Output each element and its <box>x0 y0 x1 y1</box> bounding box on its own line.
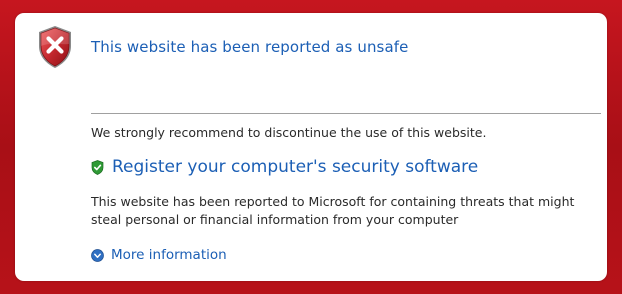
recommendation-text: We strongly recommend to discontinue the… <box>91 125 487 140</box>
threat-description: This website has been reported to Micros… <box>91 194 575 227</box>
green-shield-check-icon <box>91 159 104 175</box>
warning-panel: This website has been reported as unsafe… <box>15 13 607 281</box>
divider <box>91 113 601 114</box>
chevron-down-circle-icon[interactable] <box>91 248 104 262</box>
more-information-label[interactable]: More information <box>111 247 227 263</box>
red-shield-x-icon <box>39 26 71 68</box>
register-security-software-link[interactable]: Register your computer's security softwa… <box>91 156 478 178</box>
more-information-link[interactable]: More information <box>91 246 227 264</box>
register-link-label[interactable]: Register your computer's security softwa… <box>112 157 478 177</box>
page-title: This website has been reported as unsafe <box>91 38 409 56</box>
